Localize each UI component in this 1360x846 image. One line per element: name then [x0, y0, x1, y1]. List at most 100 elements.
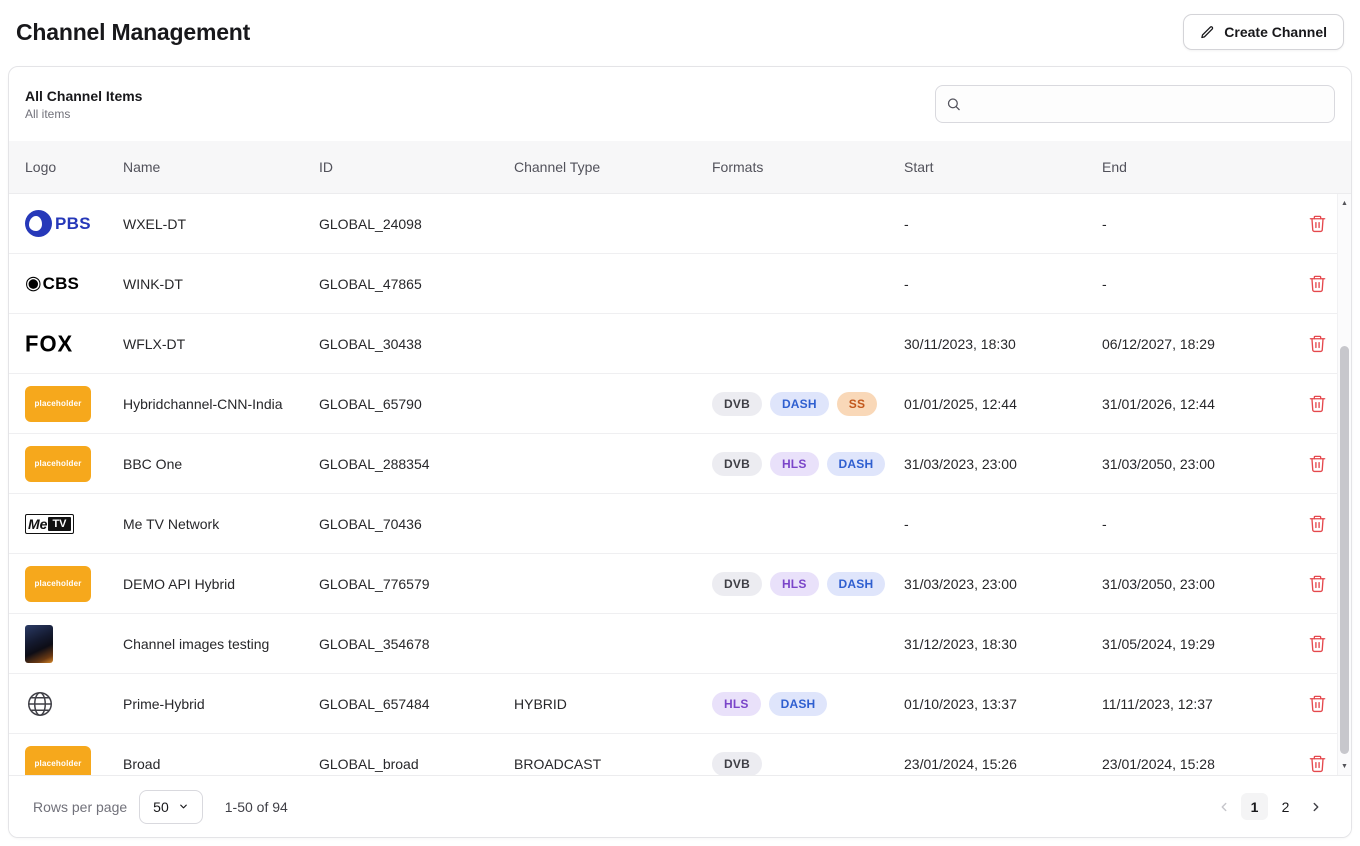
globe-icon	[25, 689, 55, 719]
chevron-right-icon	[1309, 800, 1323, 814]
end-date: 31/03/2050, 23:00	[1102, 456, 1298, 472]
table-row[interactable]: PBSWXEL-DTGLOBAL_24098--	[9, 194, 1351, 254]
metv-logo-box: MeTV	[25, 514, 74, 534]
scroll-up-arrow[interactable]: ▲	[1338, 196, 1351, 210]
next-page-button[interactable]	[1303, 794, 1329, 820]
page-button-1[interactable]: 1	[1241, 793, 1268, 820]
table-row[interactable]: MeTVMe TV NetworkGLOBAL_70436--	[9, 494, 1351, 554]
end-date: 23/01/2024, 15:28	[1102, 756, 1298, 772]
fox-logo: FOX	[25, 331, 123, 357]
start-date: 31/12/2023, 18:30	[904, 636, 1102, 652]
delete-channel-button[interactable]	[1304, 330, 1331, 357]
format-badge-dvb: DVB	[712, 392, 762, 416]
trash-icon	[1308, 574, 1327, 593]
channel-id: GLOBAL_24098	[319, 216, 514, 232]
column-header-logo: Logo	[25, 159, 123, 175]
table-row[interactable]: placeholderBroadGLOBAL_broadBROADCASTDVB…	[9, 734, 1351, 775]
end-date: 31/01/2026, 12:44	[1102, 396, 1298, 412]
trash-icon	[1308, 754, 1327, 773]
channel-name: WFLX-DT	[123, 336, 319, 352]
page-button-2[interactable]: 2	[1272, 793, 1299, 820]
placeholder-logo-box: placeholder	[25, 746, 91, 776]
create-channel-button[interactable]: Create Channel	[1183, 14, 1344, 50]
delete-channel-button[interactable]	[1304, 750, 1331, 775]
column-header-start: Start	[904, 159, 1102, 175]
pbs-logo-text: PBS	[55, 214, 91, 234]
channel-formats: DVB	[712, 752, 904, 776]
table-row[interactable]: Channel images testingGLOBAL_35467831/12…	[9, 614, 1351, 674]
column-header-end: End	[1102, 159, 1298, 175]
format-badge-dash: DASH	[769, 692, 828, 716]
channel-formats: DVB HLS DASH	[712, 452, 904, 476]
table-row[interactable]: placeholderBBC OneGLOBAL_288354DVBHLSDAS…	[9, 434, 1351, 494]
delete-channel-button[interactable]	[1304, 210, 1331, 237]
channel-image-logo	[25, 625, 123, 663]
end-date: -	[1102, 516, 1298, 532]
card-header: All Channel Items All items	[9, 67, 1351, 141]
cbs-eye-icon: ◉	[25, 274, 42, 293]
channel-type: HYBRID	[514, 696, 712, 712]
format-badge-dash: DASH	[827, 452, 886, 476]
vertical-scrollbar[interactable]: ▲ ▼	[1337, 194, 1351, 775]
start-date: 23/01/2024, 15:26	[904, 756, 1102, 772]
placeholder-logo: placeholder	[25, 446, 123, 482]
channel-id: GLOBAL_70436	[319, 516, 514, 532]
channel-name: Hybridchannel-CNN-India	[123, 396, 319, 412]
scrollbar-thumb[interactable]	[1340, 346, 1349, 754]
previous-page-button[interactable]	[1211, 794, 1237, 820]
table-row[interactable]: placeholder DEMO API HybridGLOBAL_776579 D…	[9, 554, 1351, 614]
rows-per-page-label: Rows per page	[33, 799, 127, 815]
channel-name: Prime-Hybrid	[123, 696, 319, 712]
format-badge-hls: HLS	[770, 452, 819, 476]
delete-channel-button[interactable]	[1304, 450, 1331, 477]
rows-per-page-value: 50	[153, 799, 169, 815]
channel-formats: DVBHLSDASH	[712, 572, 904, 596]
format-badge-hls: HLS	[770, 572, 819, 596]
cbs-logo-text: CBS	[43, 274, 80, 294]
channel-name: Me TV Network	[123, 516, 319, 532]
delete-channel-button[interactable]	[1304, 390, 1331, 417]
rows-per-page-select[interactable]: 50	[139, 790, 203, 824]
delete-channel-button[interactable]	[1304, 510, 1331, 537]
table-row[interactable]: Prime-HybridGLOBAL_657484HYBRIDHLSDASH01…	[9, 674, 1351, 734]
column-header-formats: Formats	[712, 159, 904, 175]
column-header-id: ID	[319, 159, 514, 175]
chevron-left-icon	[1217, 800, 1231, 814]
channel-id: GLOBAL_broad	[319, 756, 514, 772]
table-footer: Rows per page 50 1-50 of 94 12	[9, 775, 1351, 837]
pbs-logo: PBS	[25, 210, 123, 237]
channel-formats: DVBDASHSS	[712, 392, 904, 416]
table-row[interactable]: placeholderHybridchannel-CNN-IndiaGLOBAL…	[9, 374, 1351, 434]
trash-icon	[1308, 394, 1327, 413]
page: Channel Management Create Channel All Ch…	[0, 0, 1360, 846]
start-date: -	[904, 216, 1102, 232]
channel-id: GLOBAL_776579	[319, 576, 514, 592]
placeholder-logo-box: placeholder	[25, 566, 91, 602]
end-date: -	[1102, 216, 1298, 232]
channel-id: GLOBAL_657484	[319, 696, 514, 712]
column-header-name: Name	[123, 159, 319, 175]
end-date: 31/03/2050, 23:00	[1102, 576, 1298, 592]
format-badge-dvb: DVB	[712, 452, 762, 476]
scroll-down-arrow[interactable]: ▼	[1338, 759, 1351, 773]
table-row[interactable]: FOXWFLX-DTGLOBAL_3043830/11/2023, 18:300…	[9, 314, 1351, 374]
delete-channel-button[interactable]	[1304, 270, 1331, 297]
table-body: PBSWXEL-DTGLOBAL_24098--◉CBSWINK-DTGLOBA…	[9, 194, 1351, 775]
table-row[interactable]: ◉CBSWINK-DTGLOBAL_47865--	[9, 254, 1351, 314]
channel-id: GLOBAL_30438	[319, 336, 514, 352]
delete-channel-button[interactable]	[1304, 690, 1331, 717]
channel-name: Broad	[123, 756, 319, 772]
delete-channel-button[interactable]	[1304, 570, 1331, 597]
metv-logo: MeTV	[25, 514, 123, 534]
channel-formats: HLSDASH	[712, 692, 904, 716]
channel-id: GLOBAL_47865	[319, 276, 514, 292]
card-title: All Channel Items	[25, 88, 142, 104]
column-header-channel-type: Channel Type	[514, 159, 712, 175]
card-titles: All Channel Items All items	[25, 88, 142, 121]
search-input[interactable]	[935, 85, 1335, 123]
channel-id: GLOBAL_354678	[319, 636, 514, 652]
channel-name: DEMO API Hybrid	[123, 576, 319, 592]
format-badge-dvb: DVB	[712, 752, 762, 776]
placeholder-logo-box: placeholder	[25, 386, 91, 422]
delete-channel-button[interactable]	[1304, 630, 1331, 657]
